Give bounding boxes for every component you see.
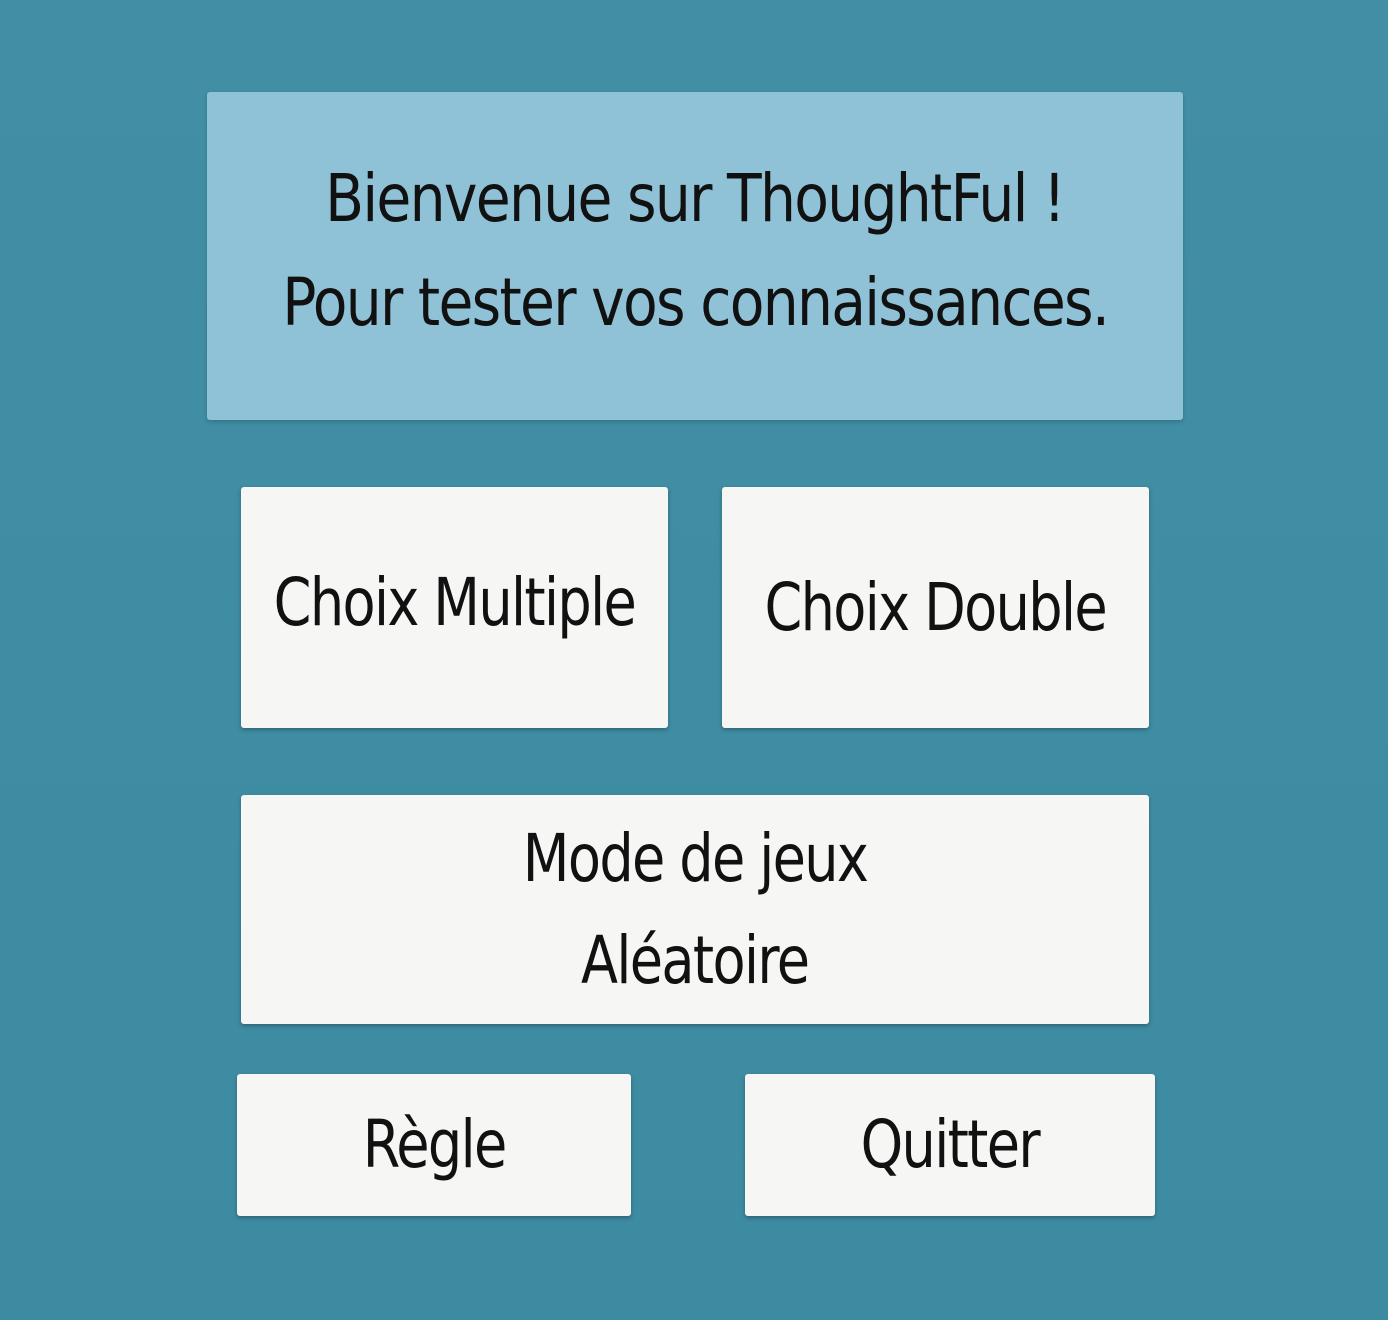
choix-multiple-button[interactable]: Choix Multiple — [241, 487, 668, 728]
regle-label: Règle — [362, 1106, 508, 1183]
choix-double-label: Choix Double — [764, 568, 1108, 646]
main-menu-screen: Bienvenue sur ThoughtFul ! Pour tester v… — [0, 0, 1388, 1320]
mode-aleatoire-label-line2: Aléatoire — [581, 921, 810, 999]
welcome-title: Bienvenue sur ThoughtFul ! — [325, 160, 1067, 237]
welcome-banner: Bienvenue sur ThoughtFul ! Pour tester v… — [207, 92, 1183, 420]
welcome-subtitle: Pour tester vos connaissances. — [281, 264, 1110, 341]
choix-multiple-label: Choix Multiple — [273, 563, 637, 641]
mode-aleatoire-label-line1: Mode de jeux — [522, 819, 869, 897]
quitter-button[interactable]: Quitter — [745, 1074, 1155, 1216]
mode-aleatoire-button[interactable]: Mode de jeux Aléatoire — [241, 795, 1149, 1024]
choix-double-button[interactable]: Choix Double — [722, 487, 1149, 728]
quitter-label: Quitter — [860, 1106, 1041, 1183]
regle-button[interactable]: Règle — [237, 1074, 631, 1216]
